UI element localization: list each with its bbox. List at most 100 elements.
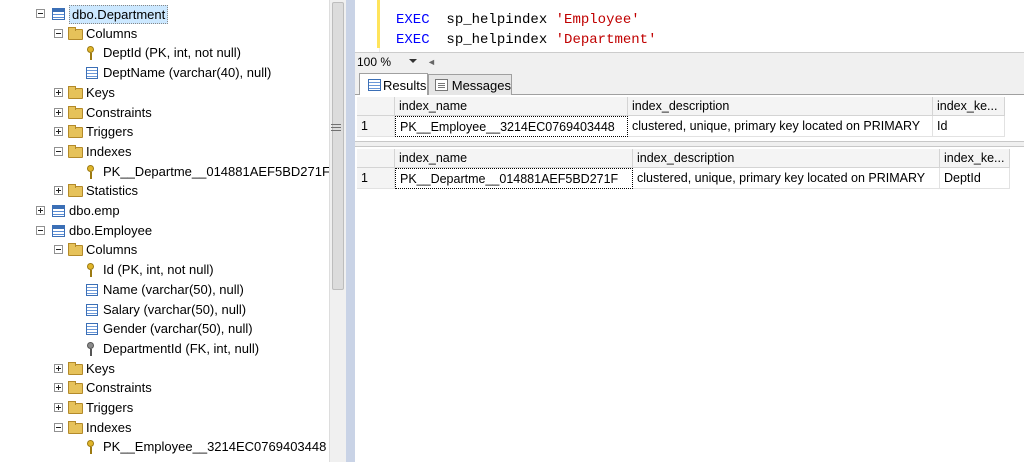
zoom-level[interactable]: 100 %: [357, 54, 391, 70]
tab-results[interactable]: Results: [359, 73, 428, 96]
scroll-left-icon[interactable]: ◄: [427, 54, 436, 70]
tab-messages[interactable]: Messages: [428, 74, 512, 95]
query-editor[interactable]: EXEC sp_helpindex 'Employee' EXEC sp_hel…: [355, 0, 1024, 52]
column-header[interactable]: index_description: [633, 149, 940, 168]
tree-node[interactable]: Constraints: [0, 378, 329, 398]
zoom-dropdown-icon[interactable]: [409, 59, 417, 63]
tree-node-label: Triggers: [86, 124, 134, 140]
folder-icon: [68, 184, 83, 198]
code-line-1[interactable]: EXEC sp_helpindex 'Employee': [396, 10, 640, 30]
grid-corner-header[interactable]: [357, 149, 395, 168]
tree-node[interactable]: DeptId (PK, int, not null): [0, 43, 329, 63]
collapse-icon[interactable]: [54, 146, 63, 156]
tree-node[interactable]: PK__Employee__3214EC0769403448 (C: [0, 437, 329, 457]
tree-node[interactable]: Salary (varchar(50), null): [0, 300, 329, 320]
grid-cell[interactable]: PK__Departme__014881AEF5BD271F: [395, 168, 633, 189]
tree-node-label: DeptId (PK, int, not null): [103, 45, 242, 61]
column-header[interactable]: index_ke...: [940, 149, 1010, 168]
folder-icon: [68, 381, 83, 395]
result-grids: index_name index_description index_ke... 1 P…: [355, 95, 1024, 462]
tree-node[interactable]: DepartmentId (FK, int, null): [0, 339, 329, 359]
result-grid[interactable]: index_name index_description index_ke... 1 P…: [357, 149, 1024, 195]
tree-node-label: DeptName (varchar(40), null): [103, 65, 272, 81]
expand-icon[interactable]: [54, 383, 63, 393]
grid-cell[interactable]: clustered, unique, primary key located o…: [633, 168, 940, 189]
collapse-icon[interactable]: [36, 9, 45, 18]
folder-icon: [68, 401, 83, 414]
column-icon: [86, 303, 98, 316]
result-grid[interactable]: index_name index_description index_ke... 1 P…: [357, 97, 1024, 143]
tree-node[interactable]: Indexes: [0, 142, 329, 162]
tree-node[interactable]: Columns: [0, 24, 329, 44]
tree-node[interactable]: Constraints: [0, 103, 329, 123]
tree-node[interactable]: Keys: [0, 359, 329, 379]
tree-node-label: Id (PK, int, not null): [103, 262, 214, 278]
tab-label: Messages: [451, 77, 511, 93]
expand-icon[interactable]: [54, 403, 63, 412]
tree-node[interactable]: Id (PK, int, not null): [0, 260, 329, 280]
collapse-icon[interactable]: [54, 422, 63, 432]
column-header[interactable]: index_description: [628, 97, 933, 116]
folder-icon: [68, 26, 83, 40]
grid-cell[interactable]: clustered, unique, primary key located o…: [628, 116, 933, 137]
tree-node[interactable]: Name (varchar(50), null): [0, 280, 329, 300]
code-string: 'Employee': [555, 12, 640, 28]
column-icon: [86, 67, 98, 80]
tree-node[interactable]: Statistics: [0, 181, 329, 201]
tree-node-label: Constraints: [86, 104, 152, 120]
expand-icon[interactable]: [54, 127, 63, 137]
grid-separator[interactable]: [355, 141, 1024, 147]
column-header[interactable]: index_name: [395, 149, 633, 168]
splitter-grip-icon[interactable]: [331, 124, 341, 136]
expand-icon[interactable]: [54, 87, 63, 97]
tab-label: Results: [383, 77, 427, 93]
tree-node-label: Salary (varchar(50), null): [103, 301, 247, 317]
column-icon: [86, 323, 98, 336]
column-header[interactable]: index_ke...: [933, 97, 1005, 116]
grid-cell[interactable]: DeptId: [940, 168, 1010, 189]
expand-icon[interactable]: [54, 363, 63, 373]
tree-node[interactable]: Indexes: [0, 418, 329, 438]
tree-node[interactable]: dbo.Employee: [0, 221, 329, 241]
grid-icon: [368, 79, 381, 91]
collapse-icon[interactable]: [54, 245, 63, 255]
tree-node[interactable]: Keys: [0, 83, 329, 103]
code-string: 'Department': [555, 32, 657, 48]
tree-node-label: Keys: [86, 84, 115, 100]
grid-cell[interactable]: Id: [933, 116, 1005, 137]
code-proc: sp_helpindex: [446, 32, 548, 48]
expand-icon[interactable]: [54, 186, 63, 196]
collapse-icon[interactable]: [36, 225, 45, 235]
folder-icon: [68, 85, 83, 99]
primary-key-icon: [86, 439, 96, 455]
tree-node-label: Name (varchar(50), null): [103, 281, 244, 297]
tree-vertical-scrollbar[interactable]: [329, 0, 346, 462]
results-pane: Results Messages index_name index_descrip…: [355, 71, 1024, 462]
row-number[interactable]: 1: [357, 168, 395, 189]
pane-splitter[interactable]: [346, 0, 355, 462]
row-number[interactable]: 1: [357, 116, 395, 137]
folder-icon: [68, 105, 83, 119]
tree-node[interactable]: dbo.Department: [0, 4, 329, 24]
collapse-icon[interactable]: [54, 28, 63, 38]
code-proc: sp_helpindex: [446, 12, 548, 28]
tree-node[interactable]: dbo.emp: [0, 201, 329, 221]
tree-node[interactable]: Gender (varchar(50), null): [0, 319, 329, 339]
object-explorer-tree[interactable]: dbo.Department Columns DeptId (PK, int, no…: [0, 0, 329, 462]
tree-node-label: Statistics: [86, 183, 139, 199]
tree-node[interactable]: PK__Departme__014881AEF5BD271F (: [0, 162, 329, 182]
expand-icon[interactable]: [54, 107, 63, 117]
results-tabs: Results Messages: [355, 71, 1024, 96]
foreign-key-icon: [86, 341, 96, 357]
expand-icon[interactable]: [36, 206, 45, 215]
tree-node[interactable]: Triggers: [0, 122, 329, 142]
tree-node[interactable]: DeptName (varchar(40), null): [0, 63, 329, 83]
tree-node[interactable]: Columns: [0, 240, 329, 260]
column-header[interactable]: index_name: [395, 97, 628, 116]
folder-icon: [68, 361, 83, 375]
grid-cell[interactable]: PK__Employee__3214EC0769403448: [395, 116, 628, 137]
grid-corner-header[interactable]: [357, 97, 395, 116]
tree-node[interactable]: Triggers: [0, 398, 329, 418]
tree-scrollbar-thumb[interactable]: [332, 2, 344, 290]
code-line-2[interactable]: EXEC sp_helpindex 'Department': [396, 30, 656, 50]
